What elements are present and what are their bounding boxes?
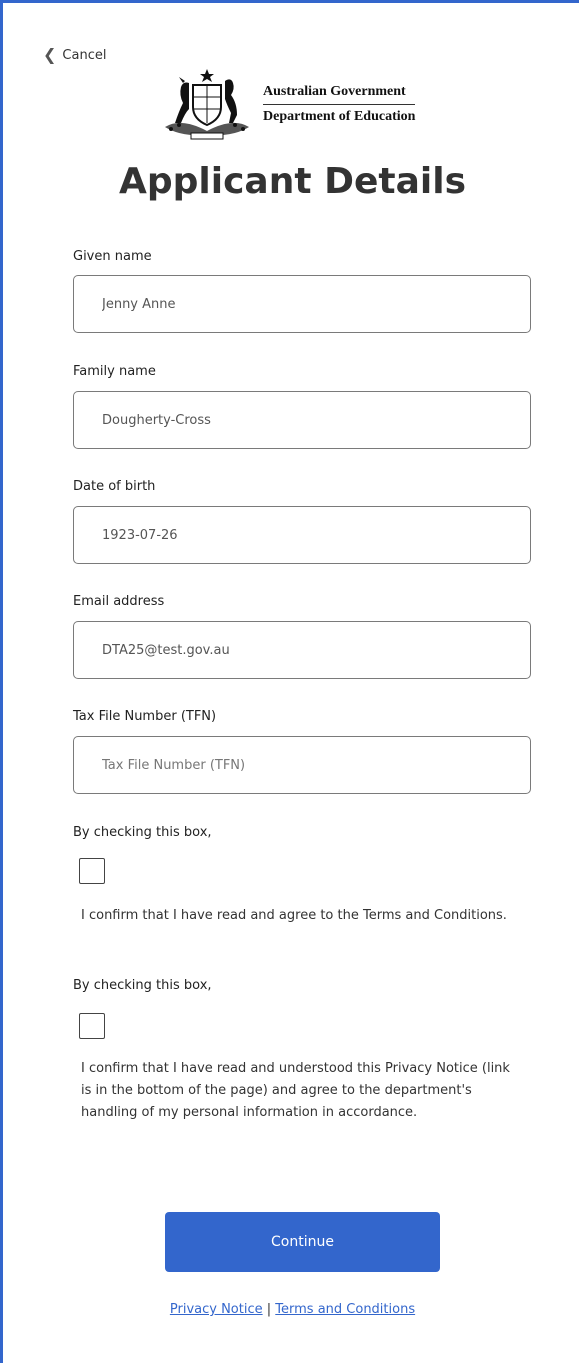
- cancel-label: Cancel: [62, 47, 107, 63]
- government-logo: Australian Government Department of Educ…: [161, 67, 446, 141]
- department-name: Department of Education: [263, 108, 416, 124]
- coat-of-arms-icon: [165, 69, 249, 140]
- given-name-field-box: [73, 275, 531, 333]
- privacy-notice-link[interactable]: Privacy Notice: [170, 1302, 263, 1317]
- email-field-box: [73, 621, 531, 679]
- terms-checkbox[interactable]: [79, 858, 105, 884]
- dob-label: Date of birth: [73, 479, 156, 494]
- footer-links: Privacy Notice | Terms and Conditions: [3, 1302, 579, 1317]
- family-name-field-box: [73, 391, 531, 449]
- given-name-label: Given name: [73, 249, 152, 264]
- email-input[interactable]: [74, 622, 530, 678]
- given-name-input[interactable]: [74, 276, 530, 332]
- page-frame: ❮ Cancel Australian Government Departmen…: [0, 0, 579, 1363]
- terms-consent-heading: By checking this box,: [73, 825, 212, 840]
- privacy-consent-heading: By checking this box,: [73, 978, 212, 993]
- dob-field-box: [73, 506, 531, 564]
- email-label: Email address: [73, 594, 165, 609]
- tfn-label: Tax File Number (TFN): [73, 709, 217, 724]
- family-name-input[interactable]: [74, 392, 530, 448]
- family-name-label: Family name: [73, 364, 156, 379]
- government-name: Australian Government: [263, 84, 416, 105]
- tfn-input[interactable]: [74, 737, 530, 793]
- continue-button[interactable]: Continue: [165, 1212, 440, 1272]
- page-title: Applicant Details: [119, 161, 466, 202]
- chevron-left-icon: ❮: [43, 45, 57, 64]
- privacy-checkbox[interactable]: [79, 1013, 105, 1039]
- tfn-field-box: [73, 736, 531, 794]
- terms-consent-text: I confirm that I have read and agree to …: [81, 908, 507, 923]
- footer-separator: |: [266, 1302, 272, 1317]
- cancel-link[interactable]: ❮ Cancel: [43, 47, 106, 63]
- terms-link[interactable]: Terms and Conditions: [275, 1302, 415, 1317]
- privacy-consent-text: I confirm that I have read and understoo…: [81, 1061, 510, 1120]
- dob-input[interactable]: [74, 507, 530, 563]
- government-wordmark: Australian Government Department of Educ…: [263, 84, 416, 125]
